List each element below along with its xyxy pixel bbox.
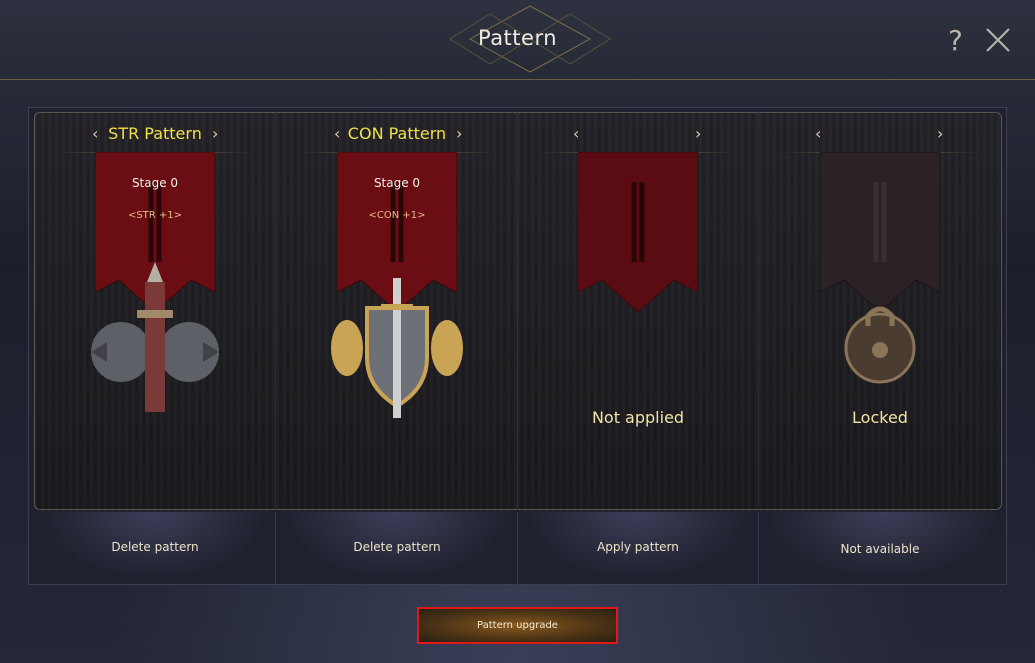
dark-banner-icon xyxy=(820,152,940,312)
action-cell-1: Delete pattern xyxy=(34,512,276,585)
action-cell-2: Delete pattern xyxy=(276,512,518,585)
action-cell-4: Not available xyxy=(759,512,1007,585)
pattern-stat: <STR +1> xyxy=(127,210,183,221)
title-bar: Pattern ? xyxy=(0,0,1035,80)
slot-status: Not applied xyxy=(591,408,685,427)
pattern-name: STR Pattern xyxy=(108,124,202,143)
padlock-icon xyxy=(844,306,916,384)
pattern-slot-4: ‹ › Locked xyxy=(759,112,1001,510)
help-icon[interactable]: ? xyxy=(948,24,963,57)
pattern-upgrade-button[interactable]: Pattern upgrade xyxy=(417,607,618,644)
prev-pattern-arrow-icon[interactable]: ‹ xyxy=(815,124,821,143)
slot-status: Locked xyxy=(852,408,908,427)
next-pattern-arrow-icon[interactable]: › xyxy=(695,124,701,143)
pattern-slot-2: ‹ CON Pattern › Stage 0 <CON +1> xyxy=(276,112,518,510)
action-cell-3: Apply pattern xyxy=(517,512,759,585)
next-pattern-arrow-icon[interactable]: › xyxy=(937,124,943,143)
pattern-stage: Stage 0 xyxy=(131,176,179,190)
lion-shield-emblem-icon xyxy=(331,278,463,418)
pattern-slot-3: ‹ › Not applied xyxy=(517,112,759,510)
prev-pattern-arrow-icon[interactable]: ‹ xyxy=(573,124,579,143)
close-icon[interactable] xyxy=(984,26,1012,54)
not-available-label: Not available xyxy=(840,542,920,556)
pattern-name: CON Pattern xyxy=(347,124,447,143)
next-pattern-arrow-icon[interactable]: › xyxy=(212,124,218,143)
spiked-sword-emblem-icon xyxy=(91,262,219,412)
pattern-slot-1: ‹ STR Pattern › Stage 0 <STR +1> xyxy=(34,112,276,510)
pattern-stage: Stage 0 xyxy=(373,176,421,190)
apply-pattern-button[interactable]: Apply pattern xyxy=(517,540,759,554)
red-banner-icon xyxy=(578,152,698,312)
window-title: Pattern xyxy=(477,26,558,50)
pattern-stat: <CON +1> xyxy=(368,210,426,221)
delete-pattern-button[interactable]: Delete pattern xyxy=(276,540,518,554)
next-pattern-arrow-icon[interactable]: › xyxy=(456,124,462,143)
delete-pattern-button[interactable]: Delete pattern xyxy=(34,540,276,554)
